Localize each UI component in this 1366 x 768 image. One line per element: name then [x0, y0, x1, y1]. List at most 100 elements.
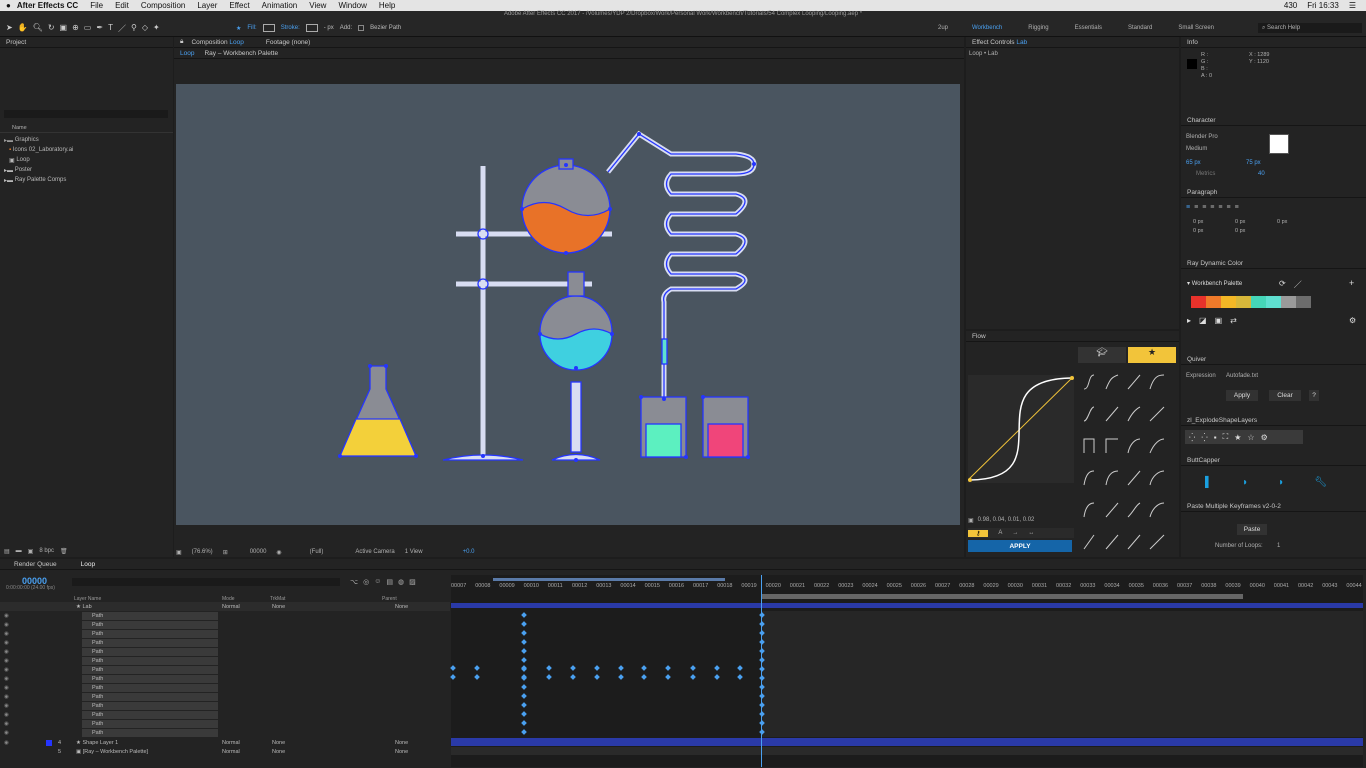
swatch-4[interactable] [1236, 296, 1251, 308]
explode-color-icon[interactable]: ▪ [1214, 433, 1217, 442]
project-item-loop[interactable]: ▣ Loop [4, 155, 169, 165]
exposure-value[interactable]: +0.0 [463, 549, 475, 555]
curve-text[interactable]: 0.98, 0.04, 0.01, 0.02 [978, 517, 1035, 524]
path-row[interactable]: ◉ Path [0, 665, 450, 674]
keyframe[interactable] [594, 665, 600, 671]
indent-right[interactable]: 0 px [1235, 219, 1245, 225]
keyframe[interactable] [546, 665, 552, 671]
project-item-poster[interactable]: ▸▬ Poster [4, 165, 169, 175]
visibility-eye-icon[interactable]: ◉ [4, 712, 9, 718]
workspace-rigging[interactable]: Rigging [1028, 25, 1048, 31]
keyframe[interactable] [737, 674, 743, 680]
keyframe[interactable] [618, 665, 624, 671]
swatch-5[interactable] [1251, 296, 1266, 308]
workspace-2up[interactable]: 2up [938, 25, 948, 31]
menu-window[interactable]: Window [338, 1, 366, 10]
layer-row-shape-layer-1[interactable]: ◉ 4 ★ Shape Layer 1 Normal None None [0, 738, 450, 747]
space-after[interactable]: 0 px [1235, 228, 1245, 234]
render-queue-tab[interactable]: Render Queue [14, 561, 57, 568]
paste-button[interactable]: Paste [1237, 524, 1267, 535]
quiver-clear-button[interactable]: Clear [1269, 390, 1301, 401]
keyframe[interactable] [521, 612, 527, 618]
palette-select[interactable]: ▾ Workbench Palette [1187, 280, 1271, 287]
keyframe[interactable] [641, 674, 647, 680]
keyframe[interactable] [474, 674, 480, 680]
bounding-box-icon[interactable]: ⛶ [1223, 432, 1229, 442]
footage-tab[interactable]: Footage (none) [266, 39, 310, 46]
visibility-eye-icon[interactable]: ◉ [4, 740, 9, 746]
keyframe[interactable] [521, 630, 527, 636]
keyframe[interactable] [474, 665, 480, 671]
fill-color-swatch[interactable] [1269, 134, 1289, 154]
easing-presets-grid[interactable] [1080, 373, 1172, 553]
swatch-3[interactable] [1221, 296, 1236, 308]
add-palette-icon[interactable]: + [1349, 278, 1354, 288]
breadcrumb-ray[interactable]: Ray – Workbench Palette [204, 50, 278, 57]
text-icon[interactable]: A [998, 530, 1002, 536]
kerning[interactable]: Metrics [1196, 171, 1215, 177]
justify-all-icon[interactable]: ≡ [1235, 204, 1239, 211]
quiver-help-button[interactable]: ? [1309, 390, 1319, 401]
path-row[interactable]: ◉ Path [0, 629, 450, 638]
bezier-checkbox[interactable] [358, 25, 365, 31]
path-row[interactable]: ◉ Path [0, 656, 450, 665]
new-folder-icon[interactable]: ▬ [16, 548, 22, 555]
trash-icon[interactable]: 🗑︎ [60, 548, 68, 555]
keyframe[interactable] [521, 657, 527, 663]
swatch-8[interactable] [1296, 296, 1311, 308]
path-row[interactable]: ◉ Path [0, 701, 450, 710]
leading[interactable]: 75 px [1246, 160, 1261, 166]
justify-center-icon[interactable]: ≡ [1218, 204, 1222, 211]
eyedropper-icon[interactable]: ／ [1294, 279, 1302, 290]
layer-lab-mode[interactable]: Normal [222, 604, 240, 610]
path-row[interactable]: ◉ Path [0, 728, 450, 737]
keyframe[interactable] [521, 729, 527, 735]
layer-mode[interactable]: Normal [222, 749, 240, 755]
visibility-eye-icon[interactable]: ◉ [4, 658, 9, 664]
playhead[interactable] [761, 575, 762, 767]
loops-input[interactable]: 1 [1277, 543, 1280, 549]
menu-file[interactable]: File [90, 1, 103, 10]
keyframe[interactable] [521, 621, 527, 627]
project-item-icons[interactable]: ▪ Icons 02_Laboratory.ai [4, 145, 169, 155]
visibility-eye-icon[interactable]: ◉ [4, 721, 9, 727]
indent-first[interactable]: 0 px [1277, 219, 1287, 225]
keyframe[interactable] [570, 665, 576, 671]
comp-time[interactable]: 00000 [250, 549, 267, 555]
pen-tool-icon[interactable]: ✒ [96, 23, 103, 34]
path-row[interactable]: ◉ Path [0, 683, 450, 692]
view-layout-select[interactable]: 1 View [405, 549, 423, 555]
align-center-icon[interactable]: ≡ [1194, 204, 1198, 211]
keyframe[interactable] [450, 674, 456, 680]
align-left-icon[interactable]: ≡ [1186, 204, 1190, 211]
path-row[interactable]: ◉ Path [0, 620, 450, 629]
timeline-tracks[interactable]: 00007 00008 00009 00010 00011 00012 00013 00014… [450, 575, 1363, 767]
layer-mode[interactable]: Normal [222, 740, 240, 746]
keyframe[interactable] [521, 720, 527, 726]
keyframe[interactable] [690, 674, 696, 680]
rotate-tool-icon[interactable]: ↻ [48, 23, 55, 34]
fill-label[interactable]: Fill: [247, 25, 256, 31]
layer-parent[interactable]: None [395, 749, 408, 755]
fill-swatch[interactable] [262, 24, 275, 32]
project-item-ray[interactable]: ▸▬ Ray Palette Comps [4, 175, 169, 185]
keyframe[interactable] [521, 693, 527, 699]
comp-mini-flowchart-icon[interactable]: ⌥ [350, 578, 358, 586]
visibility-eye-icon[interactable]: ◉ [4, 613, 9, 619]
grid-icon[interactable]: ⊞ [223, 549, 228, 556]
visibility-eye-icon[interactable]: ◉ [4, 685, 9, 691]
round-cap-icon[interactable]: ◗ [1242, 477, 1248, 488]
explode-shapes-icon[interactable]: ⁛ [1189, 433, 1195, 442]
column-name[interactable]: Name [0, 125, 173, 133]
bw-icon[interactable]: ◪ [1199, 316, 1207, 325]
zoom-tool-icon[interactable]: 🔍︎ [33, 23, 43, 34]
layer-trkmat[interactable]: None [272, 740, 285, 746]
frame-icon[interactable]: ▣ [1215, 316, 1223, 325]
menu-composition[interactable]: Composition [141, 1, 185, 10]
eraser-tool-icon[interactable]: ◇ [142, 23, 148, 34]
keyframe[interactable] [570, 674, 576, 680]
search-help-input[interactable]: ⌕ Search Help [1258, 23, 1362, 33]
keyframe[interactable] [690, 665, 696, 671]
add-label[interactable]: Add: [340, 25, 352, 31]
menu-list-icon[interactable]: ☰ [1349, 1, 1356, 10]
